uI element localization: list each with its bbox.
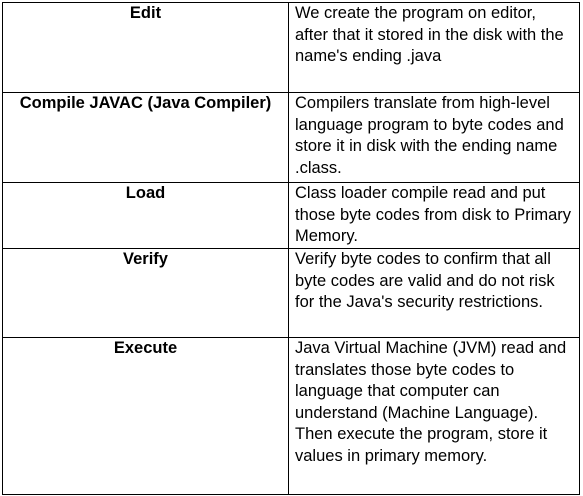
phase-description-cell: Java Virtual Machine (JVM) read and tran… bbox=[288, 337, 580, 495]
phase-description-cell: Class loader compile read and put those … bbox=[288, 182, 580, 249]
phase-description-cell: We create the program on editor, after t… bbox=[288, 2, 580, 93]
table-row: Execute Java Virtual Machine (JVM) read … bbox=[2, 337, 580, 495]
table-row: Edit We create the program on editor, af… bbox=[2, 2, 580, 93]
phase-name-cell: Load bbox=[2, 182, 289, 249]
phase-name-cell: Execute bbox=[2, 337, 289, 495]
phase-name-cell: Edit bbox=[2, 2, 289, 93]
table-row: Load Class loader compile read and put t… bbox=[2, 182, 580, 249]
phase-name-cell: Compile JAVAC (Java Compiler) bbox=[2, 92, 289, 183]
phase-name-cell: Verify bbox=[2, 248, 289, 338]
phase-description-cell: Verify byte codes to confirm that all by… bbox=[288, 248, 580, 338]
table-row: Verify Verify byte codes to confirm that… bbox=[2, 248, 580, 338]
table-body: Edit We create the program on editor, af… bbox=[2, 2, 580, 495]
phase-description-cell: Compilers translate from high-level lang… bbox=[288, 92, 580, 183]
java-program-phases-table: Edit We create the program on editor, af… bbox=[2, 2, 580, 495]
table-row: Compile JAVAC (Java Compiler) Compilers … bbox=[2, 92, 580, 183]
